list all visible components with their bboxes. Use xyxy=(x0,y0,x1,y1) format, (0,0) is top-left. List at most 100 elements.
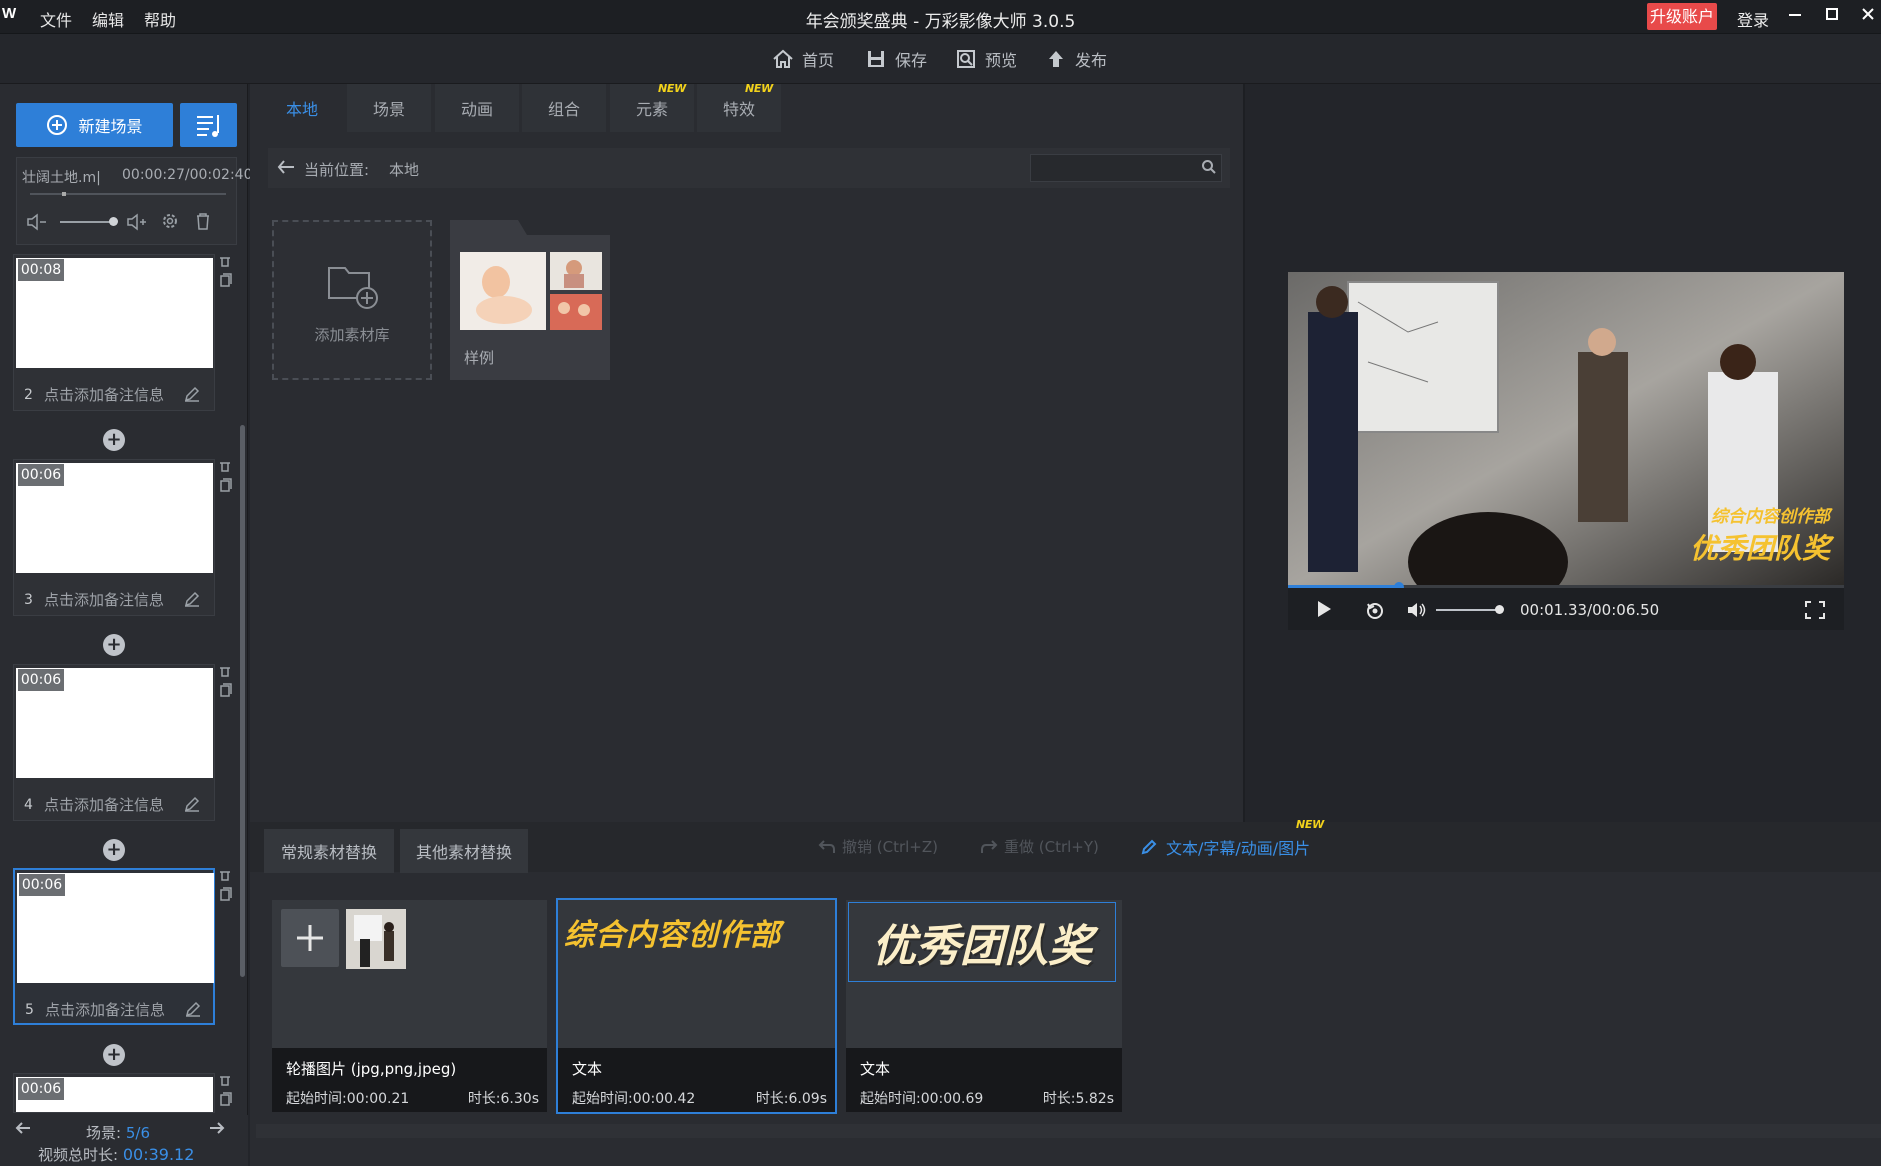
menu-file[interactable]: 文件 xyxy=(40,7,72,31)
sample-label: 样例 xyxy=(464,349,495,367)
scene-counter-label: 场景: xyxy=(86,1124,122,1142)
search-icon[interactable] xyxy=(1201,159,1217,179)
card-type: 文本 xyxy=(860,1060,891,1078)
preview-caption-small: 综合内容创作部 xyxy=(1711,507,1833,526)
scene-card-2[interactable]: 00:08 2 点击添加备注信息 xyxy=(13,254,215,411)
tab-local[interactable]: 本地 xyxy=(260,84,344,132)
card-duration: 时长:6.09s xyxy=(755,1091,827,1107)
scene-counter-value: 5/6 xyxy=(125,1124,150,1142)
new-badge-edit: NEW xyxy=(1296,818,1324,831)
volume-icon[interactable] xyxy=(1406,600,1428,624)
maximize-icon[interactable] xyxy=(1820,4,1844,28)
scene-actions xyxy=(218,868,236,910)
upgrade-button[interactable]: 升级账户 xyxy=(1647,3,1717,30)
card-text-preview: 优秀团队奖 xyxy=(848,902,1116,982)
card-duration: 时长:6.30s xyxy=(467,1091,539,1107)
publish-button[interactable]: 发布 xyxy=(1045,34,1107,84)
text-card-1[interactable]: 综合内容创作部 文本 起始时间:00:00.42 时长:6.09s xyxy=(556,898,837,1114)
add-scene-icon[interactable]: + xyxy=(103,1044,125,1066)
new-scene-label: 新建场景 xyxy=(78,117,143,136)
preview-button[interactable]: 预览 xyxy=(955,34,1017,84)
add-scene-icon[interactable]: + xyxy=(103,429,125,451)
menu-edit[interactable]: 编辑 xyxy=(92,7,124,31)
scene-note[interactable]: 点击添加备注信息 xyxy=(44,589,164,610)
scene-note[interactable]: 点击添加备注信息 xyxy=(45,999,165,1020)
edit-icon[interactable] xyxy=(183,590,201,608)
trash-icon[interactable] xyxy=(194,211,212,235)
scene-duration: 00:06 xyxy=(19,874,65,896)
undo-button[interactable]: 撤销 (Ctrl+Z) xyxy=(818,836,938,857)
delete-copy-icon[interactable] xyxy=(218,459,232,499)
home-button[interactable]: 首页 xyxy=(772,34,834,84)
scene-number: 3 xyxy=(24,592,33,608)
scene-card-5[interactable]: 00:06 5 点击添加备注信息 xyxy=(13,868,215,1025)
carousel-card[interactable]: 轮播图片 (jpg,png,jpeg) 起始时间:00:00.21 时长:6.3… xyxy=(272,900,547,1112)
player-volume-thumb[interactable] xyxy=(1495,605,1504,614)
tab-group[interactable]: 组合 xyxy=(522,84,606,132)
replay-icon[interactable] xyxy=(1364,600,1386,624)
text-card-2[interactable]: 优秀团队奖 文本 起始时间:00:00.69 时长:5.82s xyxy=(846,900,1122,1112)
undo-label: 撤销 (Ctrl+Z) xyxy=(842,838,939,856)
edit-icon[interactable] xyxy=(184,1000,202,1018)
new-badge-element: NEW xyxy=(658,82,686,95)
carousel-thumbnail[interactable] xyxy=(346,909,406,969)
scene-counter: 场景: 5/6 xyxy=(86,1122,150,1143)
scene-scrollbar[interactable] xyxy=(240,425,245,977)
volume-down-icon[interactable] xyxy=(26,212,48,236)
add-scene-icon[interactable]: + xyxy=(103,634,125,656)
back-arrow-icon[interactable] xyxy=(276,158,296,180)
scene-card-4[interactable]: 00:06 4 点击添加备注信息 xyxy=(13,664,215,821)
add-library-button[interactable]: 添加素材库 xyxy=(272,220,432,380)
preview-label: 预览 xyxy=(985,51,1018,70)
title-bar xyxy=(0,0,1881,34)
card-start-time: 起始时间:00:00.69 xyxy=(860,1091,984,1107)
bgm-progress[interactable] xyxy=(30,192,226,196)
redo-button[interactable]: 重做 (Ctrl+Y) xyxy=(980,836,1099,857)
login-button[interactable]: 登录 xyxy=(1737,7,1769,31)
next-scene-icon[interactable] xyxy=(208,1120,226,1140)
delete-copy-icon[interactable] xyxy=(218,254,232,294)
delete-copy-icon[interactable] xyxy=(218,868,232,908)
tab-other-replace[interactable]: 其他素材替换 xyxy=(400,829,528,873)
card-start-time: 起始时间:00:00.42 xyxy=(572,1091,696,1107)
save-button[interactable]: 保存 xyxy=(865,34,927,84)
scene-card-6[interactable]: 00:06 xyxy=(13,1073,215,1113)
close-icon[interactable] xyxy=(1856,4,1880,28)
scene-note[interactable]: 点击添加备注信息 xyxy=(44,794,164,815)
undo-icon xyxy=(818,839,835,853)
volume-up-icon[interactable] xyxy=(126,212,148,236)
fullscreen-icon[interactable] xyxy=(1805,601,1825,623)
player-volume-slider[interactable] xyxy=(1436,605,1504,614)
gear-icon[interactable] xyxy=(160,211,180,235)
total-duration-label: 视频总时长: xyxy=(38,1146,119,1164)
edit-content-link[interactable]: 文本/字幕/动画/图片 xyxy=(1140,835,1310,859)
tab-scene[interactable]: 场景 xyxy=(347,84,431,132)
tab-regular-replace[interactable]: 常规素材替换 xyxy=(264,829,394,873)
menu-help[interactable]: 帮助 xyxy=(144,7,176,31)
add-scene-icon[interactable]: + xyxy=(103,839,125,861)
edit-icon[interactable] xyxy=(183,795,201,813)
delete-copy-icon[interactable] xyxy=(218,664,232,704)
edit-icon[interactable] xyxy=(183,385,201,403)
sample-folder[interactable]: 样例 xyxy=(450,235,610,380)
tab-animation[interactable]: 动画 xyxy=(435,84,519,132)
play-icon[interactable] xyxy=(1316,600,1332,622)
panel-divider xyxy=(1243,84,1245,822)
scene-number: 5 xyxy=(25,1002,34,1018)
prev-scene-icon[interactable] xyxy=(14,1120,32,1140)
minimize-icon[interactable] xyxy=(1783,4,1807,28)
edit-content-label: 文本/字幕/动画/图片 xyxy=(1166,839,1311,858)
scene-list-button[interactable] xyxy=(180,103,237,147)
scene-card-3[interactable]: 00:06 3 点击添加备注信息 xyxy=(13,459,215,616)
scene-actions xyxy=(218,1073,236,1115)
bgm-volume-slider[interactable] xyxy=(60,217,118,226)
search-input[interactable] xyxy=(1030,154,1222,182)
cards-scrollbar[interactable] xyxy=(256,1124,1881,1138)
video-preview[interactable]: 综合内容创作部 优秀团队奖 xyxy=(1288,272,1844,612)
add-image-button[interactable] xyxy=(281,909,339,967)
card-info: 轮播图片 (jpg,png,jpeg) 起始时间:00:00.21 时长:6.3… xyxy=(272,1048,547,1112)
bgm-name: 壮阔土地.m| xyxy=(22,170,101,186)
delete-copy-icon[interactable] xyxy=(218,1073,232,1113)
new-scene-button[interactable]: 新建场景 xyxy=(16,103,173,147)
scene-note[interactable]: 点击添加备注信息 xyxy=(44,384,164,405)
